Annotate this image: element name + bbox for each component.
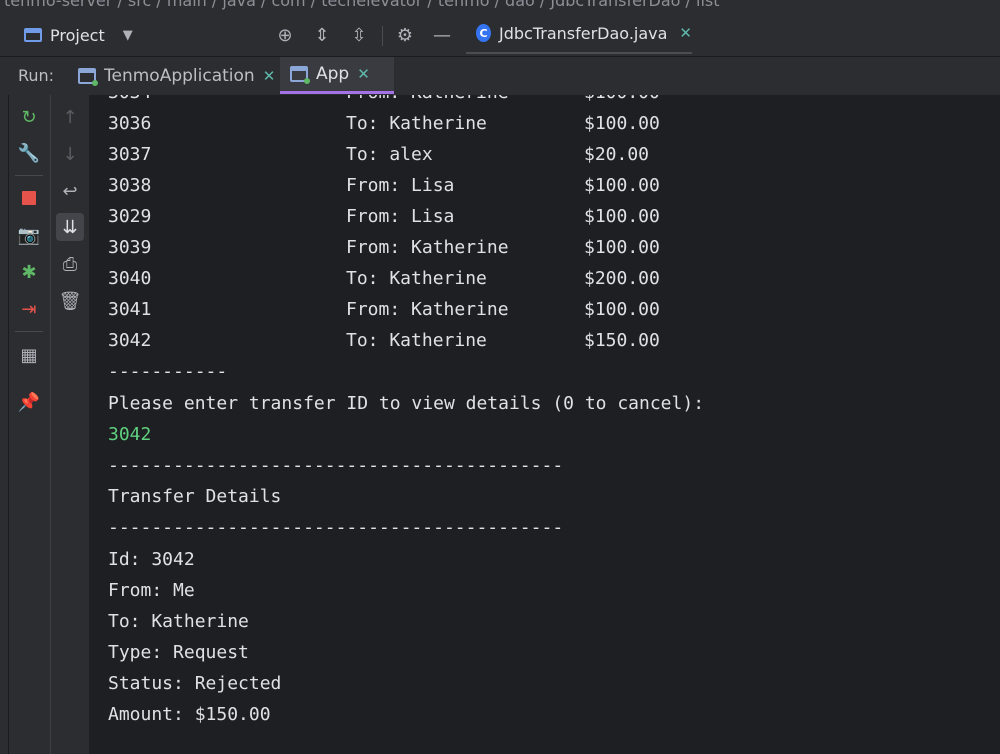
project-window-icon (24, 28, 42, 42)
breadcrumb: tenmo-server / src / main / java / com /… (0, 0, 1000, 15)
table-row: 3029 From: Lisa $100.00 (108, 206, 660, 227)
camera-icon[interactable]: 📷 (15, 221, 43, 249)
gear-icon[interactable]: ⚙ (393, 23, 417, 47)
console-actions-toolbar: ↑ ↓ ↩ ⇊ ⎙ 🗑 (51, 95, 89, 754)
app-config-icon (78, 67, 98, 86)
divider (15, 175, 43, 176)
layout-icon[interactable]: ▦ (15, 341, 43, 369)
tab-label: TenmoApplication (104, 65, 255, 86)
minimize-icon[interactable]: — (430, 23, 454, 47)
run-label: Run: (18, 66, 55, 85)
close-icon[interactable]: ✕ (357, 65, 370, 83)
console-output[interactable]: 3034From: Katherine$100.00 3036To: Kathe… (89, 95, 1000, 754)
table-row: 3037 To: alex $20.00 (108, 144, 650, 165)
table-row: 3039 From: Katherine $100.00 (108, 237, 660, 258)
window-edge-strip (0, 95, 9, 754)
detail-line-from: From: Me (108, 580, 195, 601)
divider (15, 331, 43, 332)
close-icon[interactable]: ✕ (679, 24, 692, 42)
locate-icon[interactable]: ⊕ (273, 23, 297, 47)
close-icon[interactable]: ✕ (263, 67, 276, 85)
run-tool-window-header: Run: TenmoApplication ✕ App ✕ (0, 57, 1000, 96)
short-divider: ----------- (108, 361, 228, 382)
collapse-all-icon[interactable]: ⇳ (347, 23, 371, 47)
editor-tab-label: JdbcTransferDao.java (499, 23, 668, 43)
detail-line-type: Type: Request (108, 642, 249, 663)
app-config-icon (290, 66, 310, 84)
tab-tenmoapplication[interactable]: TenmoApplication ✕ (68, 57, 285, 94)
trash-icon[interactable]: 🗑 (56, 287, 84, 315)
run-actions-toolbar: ↻ 🔧 📷 ✱ ⇥ ▦ 📌 (9, 95, 51, 754)
chevron-down-icon[interactable]: ▼ (123, 28, 133, 43)
detail-line-id: Id: 3042 (108, 549, 195, 570)
down-arrow-icon[interactable]: ↓ (56, 140, 84, 168)
toolbar-divider (382, 26, 383, 46)
table-row: 3038 From: Lisa $100.00 (108, 175, 660, 196)
detail-line-status: Status: Rejected (108, 673, 282, 694)
stop-icon[interactable] (15, 184, 43, 212)
soft-wrap-icon[interactable]: ↩ (56, 177, 84, 205)
details-title: Transfer Details (108, 486, 282, 507)
long-divider: ----------------------------------------… (108, 455, 564, 476)
project-label: Project (50, 25, 105, 45)
tab-app[interactable]: App ✕ (280, 57, 394, 94)
rerun-icon[interactable]: ↻ (15, 103, 43, 131)
wrench-icon[interactable]: 🔧 (15, 139, 43, 167)
project-view-button[interactable]: Project ▼ (16, 18, 141, 52)
java-class-icon: C (476, 24, 492, 42)
pin-icon[interactable]: 📌 (15, 388, 43, 416)
console-prompt: Please enter transfer ID to view details… (108, 393, 705, 414)
table-row: 3042 To: Katherine $150.00 (108, 330, 660, 351)
up-arrow-icon[interactable]: ↑ (56, 103, 84, 131)
table-row: 3041 From: Katherine $100.00 (108, 299, 660, 320)
debug-icon[interactable]: ✱ (15, 258, 43, 286)
project-toolbar: Project ▼ ⊕ ⇕ ⇳ ⚙ — C JdbcTransferDao.ja… (0, 14, 1000, 57)
console-line-partial: 3034From: Katherine$100.00 (108, 95, 660, 108)
table-row: 3036 To: Katherine $100.00 (108, 113, 660, 134)
exit-icon[interactable]: ⇥ (15, 295, 43, 323)
editor-tab-jdbctransferdao[interactable]: C JdbcTransferDao.java ✕ (466, 14, 692, 54)
scroll-to-end-icon[interactable]: ⇊ (56, 213, 84, 241)
detail-line-amount: Amount: $150.00 (108, 704, 271, 725)
tab-label: App (316, 64, 350, 84)
table-row: 3040 To: Katherine $200.00 (108, 268, 660, 289)
print-icon[interactable]: ⎙ (56, 250, 84, 278)
console-user-input: 3042 (108, 424, 152, 445)
expand-all-icon[interactable]: ⇕ (310, 23, 334, 47)
breadcrumb-text[interactable]: tenmo-server / src / main / java / com /… (4, 0, 720, 10)
long-divider: ----------------------------------------… (108, 517, 564, 538)
detail-line-to: To: Katherine (108, 611, 249, 632)
